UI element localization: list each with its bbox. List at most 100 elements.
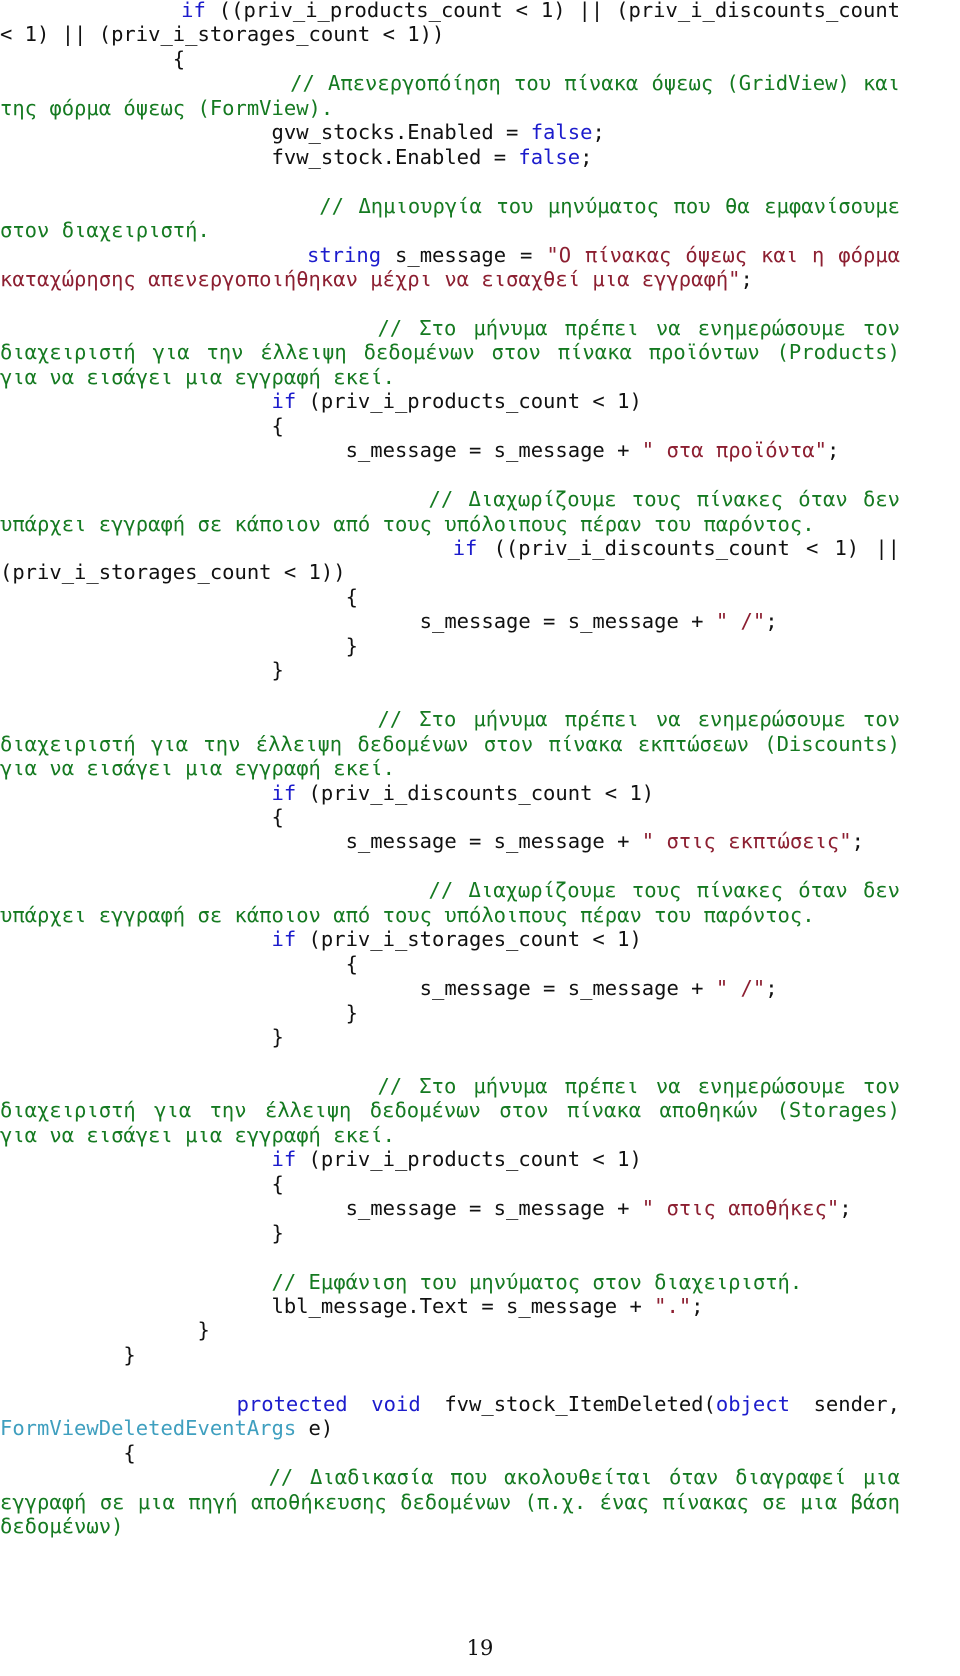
code-token-pln: s_message = [381, 242, 547, 267]
code-line: // Διαχωρίζουμε τους πίνακες όταν δεν υπ… [0, 487, 900, 536]
code-token-typ: FormViewDeletedEventArgs [0, 1416, 297, 1441]
code-line: if ((priv_i_products_count < 1) || (priv… [0, 0, 900, 47]
code-line: fvw_stock.Enabled = false; [0, 145, 900, 169]
code-token-kw: if [181, 0, 206, 22]
code-line: if (priv_i_discounts_count < 1) [0, 781, 900, 805]
code-token-pln: ; [765, 609, 778, 634]
code-token-pln: gvw_stocks.Enabled = [271, 120, 531, 145]
code-token-kw: if [271, 927, 297, 952]
code-token-pln: } [345, 1000, 358, 1025]
code-token-pln: ; [592, 120, 605, 145]
code-line: lbl_message.Text = s_message + "."; [0, 1294, 900, 1318]
code-token-pln: s_message = s_message + [345, 829, 642, 854]
code-token-pln: s_message = s_message + [419, 976, 716, 1001]
code-line: // Εμφάνιση του μηνύματος στον διαχειρισ… [0, 1270, 900, 1294]
code-line: } [0, 1001, 900, 1025]
code-line: } [0, 1221, 900, 1245]
code-token-pln: lbl_message.Text = s_message + [271, 1294, 655, 1319]
code-token-pln: { [271, 804, 284, 829]
code-line: // Απενεργοπόίηση του πίνακα όψεως (Grid… [0, 71, 900, 120]
code-line: } [0, 634, 900, 658]
code-token-pln: e) [296, 1416, 334, 1441]
code-line: // Στο μήνυμα πρέπει να ενημερώσουμε τον… [0, 707, 900, 780]
code-token-pln: sender, [789, 1391, 913, 1416]
code-line: // Στο μήνυμα πρέπει να ενημερώσουμε τον… [0, 1074, 900, 1147]
code-listing: if ((priv_i_products_count < 1) || (priv… [0, 0, 900, 1539]
code-token-pln: fvw_stock.Enabled = [271, 144, 519, 169]
code-token-str: " στα προϊόντα" [641, 438, 827, 463]
code-token-pln: ; [851, 829, 864, 854]
code-token-com: // Εμφάνιση του μηνύματος στον διαχειρισ… [271, 1269, 803, 1294]
code-token-pln: { [123, 1440, 136, 1465]
code-line: { [0, 414, 900, 438]
code-token-kw: false [518, 144, 581, 169]
code-token-pln: ; [839, 1196, 852, 1221]
code-line: protected void fvw_stock_ItemDeleted(obj… [0, 1392, 900, 1441]
code-line: { [0, 805, 900, 829]
code-token-pln: } [271, 658, 284, 683]
code-line: s_message = s_message + " /"; [0, 609, 900, 633]
code-token-str: " /" [715, 609, 766, 634]
code-line: string s_message = "Ο πίνακας όψεως και … [0, 243, 900, 292]
code-line: if ((priv_i_discounts_count < 1) || (pri… [0, 536, 900, 585]
code-token-pln: s_message = s_message + [419, 609, 716, 634]
code-token-pln: { [345, 951, 358, 976]
code-token-pln: s_message = s_message + [345, 1196, 642, 1221]
code-line: { [0, 952, 900, 976]
code-token-pln: { [172, 46, 186, 71]
code-line: s_message = s_message + " στις αποθήκες"… [0, 1196, 900, 1220]
code-token-pln: { [271, 1171, 284, 1196]
code-token-str: " στις αποθήκες" [641, 1196, 840, 1221]
code-line: { [0, 1172, 900, 1196]
code-token-pln: ; [765, 976, 778, 1001]
code-line: if (priv_i_storages_count < 1) [0, 927, 900, 951]
code-line: { [0, 47, 900, 71]
code-token-pln: } [197, 1318, 210, 1343]
code-token-kw: string [307, 242, 382, 267]
code-line: { [0, 585, 900, 609]
code-token-pln: fvw_stock_ItemDeleted( [420, 1391, 716, 1416]
code-line: s_message = s_message + " στα προϊόντα"; [0, 438, 900, 462]
code-token-pln: s_message = s_message + [345, 438, 642, 463]
code-line: // Διαδικασία που ακολουθείται όταν διαγ… [0, 1465, 900, 1538]
code-token-pln: { [345, 584, 358, 609]
code-token-pln: ; [826, 438, 840, 463]
code-token-kw: if [271, 1147, 297, 1172]
code-token-kw: if [452, 535, 478, 560]
code-token-str: " στις εκπτώσεις" [641, 829, 852, 854]
code-line: // Διαχωρίζουμε τους πίνακες όταν δεν υπ… [0, 878, 900, 927]
code-token-kw: protected void [236, 1391, 421, 1416]
code-token-pln: } [271, 1220, 284, 1245]
